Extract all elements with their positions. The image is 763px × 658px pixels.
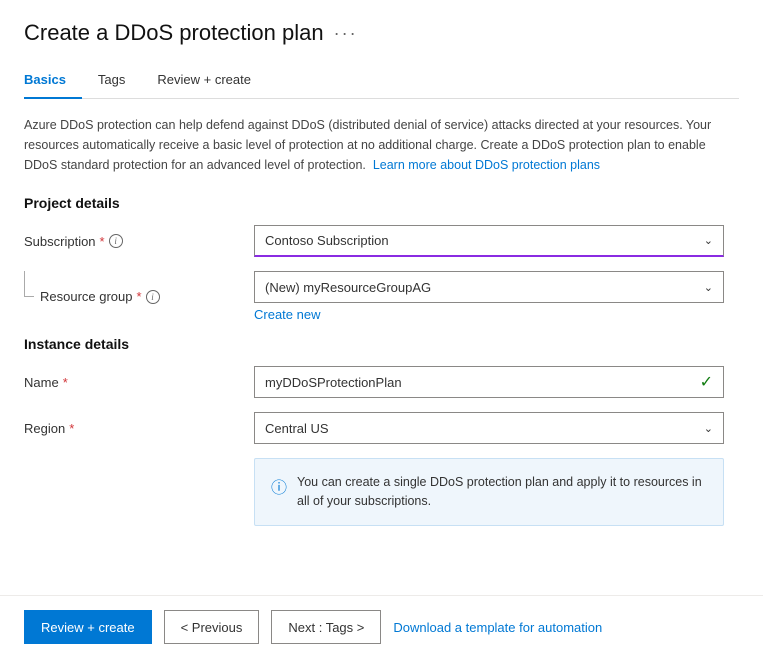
- subscription-required: *: [100, 234, 105, 249]
- name-label: Name: [24, 375, 59, 390]
- region-required: *: [69, 421, 74, 436]
- resource-group-label: Resource group: [40, 289, 133, 304]
- name-row: Name * myDDoSProtectionPlan ✓: [24, 366, 739, 398]
- subscription-info-icon[interactable]: i: [109, 234, 123, 248]
- tab-review-create[interactable]: Review + create: [141, 64, 267, 99]
- name-input[interactable]: myDDoSProtectionPlan ✓: [254, 366, 724, 398]
- region-label-cell: Region *: [24, 421, 254, 436]
- name-valid-icon: ✓: [700, 372, 713, 392]
- subscription-row: Subscription * i Contoso Subscription ⌄: [24, 225, 739, 257]
- tab-tags[interactable]: Tags: [82, 64, 141, 99]
- instance-details-title: Instance details: [24, 336, 739, 352]
- next-button[interactable]: Next : Tags >: [271, 610, 381, 644]
- region-row: Region * Central US ⌄: [24, 412, 739, 444]
- footer-bar: Review + create < Previous Next : Tags >…: [0, 595, 763, 658]
- resource-group-label-cell: Resource group * i: [24, 289, 254, 304]
- previous-button[interactable]: < Previous: [164, 610, 260, 644]
- tabs-bar: Basics Tags Review + create: [24, 64, 739, 99]
- resource-group-dropdown[interactable]: (New) myResourceGroupAG ⌄: [254, 271, 724, 303]
- project-details-title: Project details: [24, 195, 739, 211]
- resource-group-row: Resource group * i (New) myResourceGroup…: [24, 271, 739, 322]
- page-title: Create a DDoS protection plan: [24, 20, 324, 46]
- learn-more-link[interactable]: Learn more about DDoS protection plans: [373, 158, 600, 172]
- subscription-chevron-icon: ⌄: [704, 234, 713, 247]
- more-options-icon[interactable]: ···: [334, 23, 358, 44]
- review-create-button[interactable]: Review + create: [24, 610, 152, 644]
- info-box: ⓘ You can create a single DDoS protectio…: [254, 458, 724, 526]
- subscription-dropdown[interactable]: Contoso Subscription ⌄: [254, 225, 724, 257]
- name-label-cell: Name *: [24, 375, 254, 390]
- download-template-link[interactable]: Download a template for automation: [393, 620, 602, 635]
- info-box-icon: ⓘ: [271, 474, 287, 498]
- name-required: *: [63, 375, 68, 390]
- region-dropdown[interactable]: Central US ⌄: [254, 412, 724, 444]
- region-chevron-icon: ⌄: [704, 422, 713, 435]
- tab-basics[interactable]: Basics: [24, 64, 82, 99]
- subscription-label: Subscription: [24, 234, 96, 249]
- subscription-label-cell: Subscription * i: [24, 234, 254, 249]
- info-box-text: You can create a single DDoS protection …: [297, 473, 707, 511]
- create-new-link[interactable]: Create new: [254, 307, 739, 322]
- resource-group-chevron-icon: ⌄: [704, 281, 713, 294]
- region-label: Region: [24, 421, 65, 436]
- resource-group-info-icon[interactable]: i: [146, 290, 160, 304]
- resource-group-required: *: [137, 289, 142, 304]
- description-text: Azure DDoS protection can help defend ag…: [24, 115, 739, 175]
